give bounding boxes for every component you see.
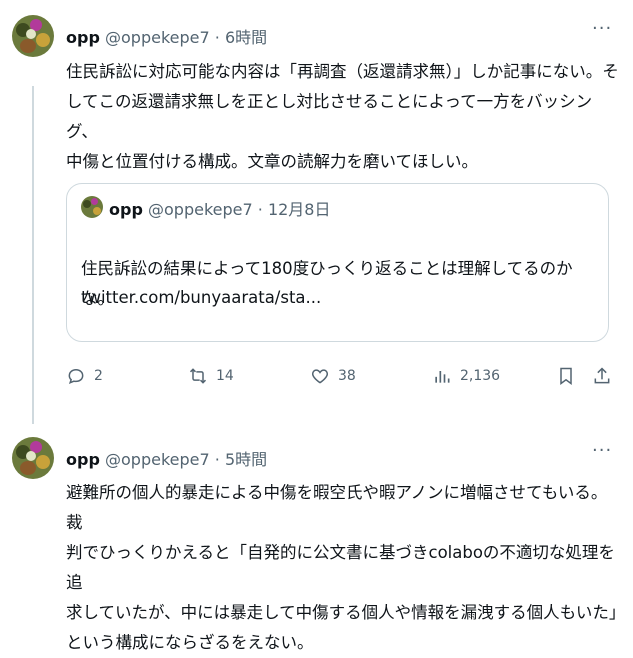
tweet-header: opp @oppekepe7 · 5時間 <box>66 446 267 470</box>
views-icon <box>435 371 450 383</box>
quoted-time: · 12月8日 <box>257 200 331 219</box>
avatar[interactable] <box>12 437 54 479</box>
tweet-text-line: 避難所の個人的暴走による中傷を暇空氏や暇アノンに増幅させてもいる。裁 <box>66 483 608 532</box>
tweet-text: 避難所の個人的暴走による中傷を暇空氏や暇アノンに増幅させてもいる。裁 判でひっく… <box>66 478 626 658</box>
quoted-header: opp @oppekepe7 · 12月8日 <box>109 196 330 220</box>
author-handle[interactable]: @oppekepe7 <box>105 28 210 47</box>
more-icon[interactable]: ··· <box>592 18 612 39</box>
tweet-text-line: 求していたが、中には暴走して中傷する個人や情報を漏洩する個人もいた」 <box>66 603 626 622</box>
avatar[interactable] <box>12 15 54 57</box>
like-icon <box>311 369 329 384</box>
like-count: 38 <box>338 368 356 384</box>
tweet-header: opp @oppekepe7 · 6時間 <box>66 24 267 48</box>
share-button[interactable] <box>592 366 612 386</box>
bookmark-icon <box>560 367 572 385</box>
tweet-text-line: 住民訴訟に対応可能な内容は「再調査（返還請求無）」しか記事にない。そ <box>66 62 619 81</box>
quoted-author-name: opp <box>109 200 143 219</box>
tweet-text-line: してこの返還請求無しを正とし対比させることによって一方をバッシング、 <box>66 92 593 141</box>
reply-count: 2 <box>94 368 103 384</box>
tweet-time[interactable]: · 5時間 <box>215 450 267 469</box>
more-icon[interactable]: ··· <box>592 440 612 461</box>
tweet-time[interactable]: · 6時間 <box>215 28 267 47</box>
tweet-text: 住民訴訟に対応可能な内容は「再調査（返還請求無）」しか記事にない。そ してこの返… <box>66 57 621 177</box>
share-icon <box>594 367 610 384</box>
tweet-text-line: 中傷と位置付ける構成。文章の読解力を磨いてほしい。 <box>66 152 479 171</box>
reply-button[interactable]: 2 <box>66 366 103 386</box>
like-button[interactable]: 38 <box>310 366 356 386</box>
tweet-actions: 2 14 38 2,136 <box>66 366 621 394</box>
quoted-avatar <box>81 196 103 218</box>
author-handle[interactable]: @oppekepe7 <box>105 450 210 469</box>
reply-icon <box>68 368 84 384</box>
thread-connector-line <box>32 86 34 424</box>
views-count: 2,136 <box>460 368 501 384</box>
author-name[interactable]: opp <box>66 28 100 47</box>
views-button[interactable]: 2,136 <box>432 366 500 386</box>
retweet-button[interactable]: 14 <box>188 366 234 386</box>
retweet-count: 14 <box>216 368 234 384</box>
tweet-text-line: 判でひっくりかえると「自発的に公文書に基づきcolaboの不適切な処理を追 <box>66 543 615 592</box>
bookmark-button[interactable] <box>556 366 576 386</box>
retweet-icon <box>189 368 207 384</box>
quoted-link[interactable]: twitter.com/bunyaarata/sta... <box>81 288 321 307</box>
quoted-author-handle: @oppekepe7 <box>148 200 253 219</box>
author-name[interactable]: opp <box>66 450 100 469</box>
quoted-tweet[interactable]: opp @oppekepe7 · 12月8日 住民訴訟の結果によって180度ひっ… <box>66 183 609 342</box>
